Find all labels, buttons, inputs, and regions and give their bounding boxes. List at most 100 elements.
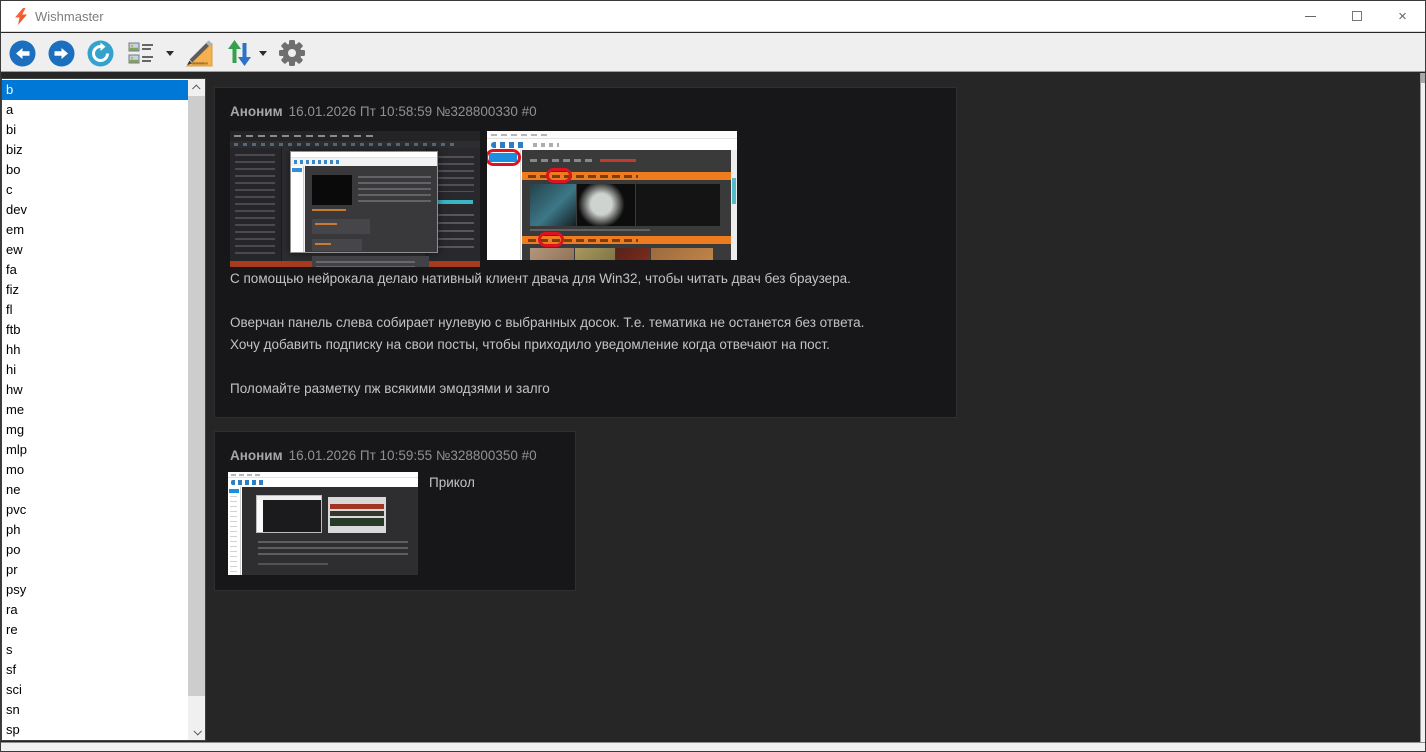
compose-button[interactable]: [185, 39, 214, 68]
sidebar-item-bo[interactable]: bo: [2, 160, 188, 180]
boards-scrollbar[interactable]: [188, 79, 205, 740]
sidebar-item-ph[interactable]: ph: [2, 520, 188, 540]
sidebar-item-biz[interactable]: biz: [2, 140, 188, 160]
settings-button[interactable]: [278, 39, 306, 67]
post-paragraph: Хочу добавить подписку на свои посты, чт…: [230, 337, 830, 352]
sidebar-item-fa[interactable]: fa: [2, 260, 188, 280]
sidebar-item-bi[interactable]: bi: [2, 120, 188, 140]
sidebar-item-re[interactable]: re: [2, 620, 188, 640]
title-bar: Wishmaster ×: [1, 1, 1425, 32]
sidebar-item-fiz[interactable]: fiz: [2, 280, 188, 300]
mini-toolbar-icons-2: [533, 143, 559, 147]
sidebar-item-sn[interactable]: sn: [2, 700, 188, 720]
sidebar-item-pvc[interactable]: pvc: [2, 500, 188, 520]
sort-button[interactable]: [225, 39, 254, 67]
post-image-wishmaster-app[interactable]: [228, 472, 418, 575]
sidebar-item-sf[interactable]: sf: [2, 660, 188, 680]
content-vertical-scrollbar[interactable]: [1420, 73, 1425, 743]
sidebar-item-ra[interactable]: ra: [2, 600, 188, 620]
post-card: Аноним 16.01.2026 Пт 10:59:55 №328800350 …: [214, 431, 576, 591]
vs-solution-explorer: [230, 148, 282, 261]
vs-floating-app-window: [290, 151, 438, 267]
mini-photo-bicycle-1: [530, 248, 574, 260]
sidebar-item-mo[interactable]: mo: [2, 460, 188, 480]
vs-tree-text: [235, 154, 275, 254]
sidebar-item-mg[interactable]: mg: [2, 420, 188, 440]
sidebar-item-ftb[interactable]: ftb: [2, 320, 188, 340]
minimize-button[interactable]: [1288, 1, 1333, 31]
close-icon: ×: [1398, 7, 1407, 25]
content-horizontal-scrollbar[interactable]: [1, 742, 1425, 751]
refresh-button[interactable]: [87, 40, 114, 67]
mini-toolbar-icons: [491, 142, 527, 148]
scroll-up-button[interactable]: [188, 79, 205, 96]
sidebar-item-sp[interactable]: sp: [2, 720, 188, 740]
mini-image-black: [312, 175, 352, 205]
post-paragraph: С помощью нейрокала делаю нативный клиен…: [230, 271, 851, 286]
mini-dark-row: [330, 511, 384, 516]
post-meta: 16.01.2026 Пт 10:59:55 №328800350 #0: [288, 448, 537, 463]
sidebar-item-b[interactable]: b: [2, 80, 188, 100]
boards-scrollbar-thumb[interactable]: [188, 96, 205, 696]
post-author: Аноним: [230, 104, 283, 119]
mini-content: [522, 150, 731, 260]
red-annotation-ellipse: [487, 149, 521, 166]
mini-toolbar-icons: [294, 160, 340, 164]
maximize-button[interactable]: [1334, 1, 1379, 31]
sidebar-item-me[interactable]: me: [2, 400, 188, 420]
sidebar-item-em[interactable]: em: [2, 220, 188, 240]
sidebar-item-hh[interactable]: hh: [2, 340, 188, 360]
vs-teal-bar: [433, 200, 473, 204]
sidebar-item-pr[interactable]: pr: [2, 560, 188, 580]
post-paragraph: Оверчан панель слева собирает нулевую с …: [230, 315, 865, 330]
back-button[interactable]: [9, 40, 36, 67]
mini-post-header-text: [530, 159, 594, 162]
thread-bar-text: [528, 175, 638, 178]
mini-sidebar: [228, 487, 241, 575]
post-image-visual-studio[interactable]: [230, 131, 480, 267]
post-header: Аноним 16.01.2026 Пт 10:58:59 №328800330 …: [230, 104, 537, 119]
mini-text-line: [258, 563, 328, 565]
sidebar-item-mlp[interactable]: mlp: [2, 440, 188, 460]
sidebar-item-psy[interactable]: psy: [2, 580, 188, 600]
sidebar-item-a[interactable]: a: [2, 100, 188, 120]
sidebar-item-c[interactable]: c: [2, 180, 188, 200]
view-mode-dropdown-caret[interactable]: [166, 51, 174, 56]
mini-content: [305, 166, 437, 267]
sidebar-item-fl[interactable]: fl: [2, 300, 188, 320]
mini-red-text: [600, 159, 636, 162]
sort-dropdown-caret[interactable]: [259, 51, 267, 56]
mini-red-row: [330, 504, 384, 509]
post-image-wishmaster-overchan[interactable]: [487, 131, 737, 260]
sidebar-item-ne[interactable]: ne: [2, 480, 188, 500]
scroll-down-button[interactable]: [188, 723, 205, 740]
sidebar-item-s[interactable]: s: [2, 640, 188, 660]
mini-photo-person: [530, 184, 576, 226]
sidebar-item-sci[interactable]: sci: [2, 680, 188, 700]
post-paragraph: [230, 356, 941, 378]
mini-photo-dark: [636, 184, 720, 226]
sidebar-item-po[interactable]: po: [2, 540, 188, 560]
mini-screenshot-b: [328, 497, 386, 533]
sidebar-item-hw[interactable]: hw: [2, 380, 188, 400]
vs-menubar: [230, 131, 480, 141]
lightning-bolt-icon: [15, 8, 27, 25]
content-vscroll-thumb[interactable]: [1421, 73, 1425, 83]
sidebar-item-hi[interactable]: hi: [2, 360, 188, 380]
mini-scrollbar: [731, 150, 737, 260]
mini-screenshot-a-side: [257, 500, 263, 532]
sidebar-item-dev[interactable]: dev: [2, 200, 188, 220]
mini-text-line: [530, 229, 650, 231]
main-content: b a bi biz bo c dev em ew fa fiz fl ftb hh hi hw me mg mlp…: [1, 73, 1425, 751]
red-annotation-ellipse: [546, 168, 572, 183]
thread-bar-orange: [522, 232, 731, 247]
app-window: Wishmaster × b a bi biz bo c dev em ew f…: [0, 0, 1426, 752]
chevron-down-icon: [192, 726, 202, 736]
sidebar-item-ew[interactable]: ew: [2, 240, 188, 260]
red-annotation-ellipse: [538, 232, 564, 247]
close-button[interactable]: ×: [1380, 1, 1425, 31]
forward-button[interactable]: [48, 40, 75, 67]
mini-photo-bicycle-2: [575, 248, 615, 260]
vs-panel-text-2: [432, 214, 474, 254]
view-mode-button[interactable]: [128, 42, 154, 66]
